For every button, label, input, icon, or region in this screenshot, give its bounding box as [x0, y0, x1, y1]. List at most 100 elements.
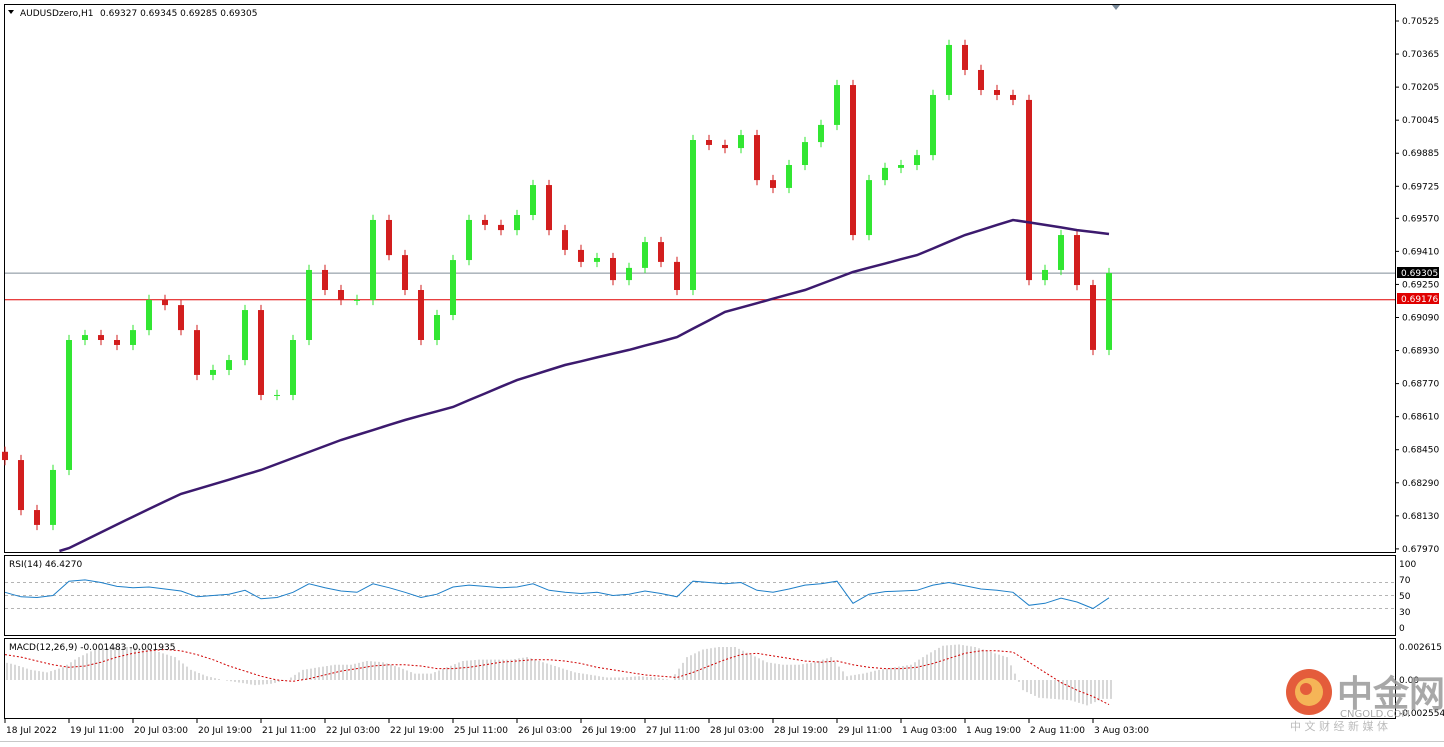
bearish-candle: [18, 454, 24, 516]
price-tick-label: 0.68290: [1402, 479, 1439, 489]
candle-body: [850, 85, 856, 236]
symbol-label: AUDUSDzero,H1: [20, 9, 94, 19]
bullish-candle: [834, 79, 840, 131]
bearish-candle: [850, 79, 856, 241]
price-tick-label: 0.68610: [1402, 413, 1439, 423]
rsi-tick-100: 100: [1399, 560, 1416, 570]
bullish-candle: [66, 334, 72, 476]
candle-body: [114, 340, 120, 345]
candle-body: [210, 369, 216, 375]
macd-tick-top: 0.002615: [1399, 643, 1442, 653]
price-tick-label: 0.69250: [1402, 280, 1439, 290]
candle-body: [642, 242, 648, 268]
candle-body: [306, 269, 312, 341]
price-tick-label: 0.68130: [1402, 512, 1439, 522]
candle-body: [978, 69, 984, 91]
candle-body: [1026, 99, 1032, 281]
candle-body: [258, 310, 264, 395]
candle-body: [130, 330, 136, 345]
price-tick-label: 0.67970: [1402, 545, 1439, 555]
candle-body: [274, 394, 280, 396]
candle-body: [562, 230, 568, 250]
candle-body: [946, 44, 952, 95]
time-tick-label: 20 Jul 19:00: [198, 726, 252, 736]
candle-body: [354, 299, 360, 301]
bearish-candle: [1026, 94, 1032, 286]
bearish-candle: [962, 39, 968, 76]
bearish-candle: [386, 214, 392, 261]
rsi-tick-0: 0: [1399, 624, 1405, 634]
main-pane[interactable]: [4, 4, 1396, 553]
watermark-domain: CNGOLD.COM: [1340, 709, 1410, 720]
candle-body: [898, 165, 904, 168]
price-tick-label: 0.69410: [1402, 247, 1439, 257]
price-tick-label: 0.70525: [1402, 17, 1439, 27]
bid-price-value: 0.69305: [1401, 269, 1438, 279]
candle-body: [754, 135, 760, 181]
candle-body: [450, 260, 456, 316]
bullish-candle: [450, 254, 456, 321]
bearish-candle: [258, 304, 264, 401]
bearish-candle: [674, 256, 680, 296]
bullish-candle: [530, 179, 536, 221]
price-axis: 0.70525 0.70365 0.70205 0.70045 0.69885 0.697…: [1395, 17, 1439, 555]
candle-body: [50, 469, 56, 525]
price-tick-label: 0.70205: [1402, 83, 1439, 93]
candle-body: [674, 261, 680, 291]
candle-body: [690, 140, 696, 291]
time-tick-label: 20 Jul 03:00: [134, 726, 188, 736]
bearish-candle: [402, 249, 408, 296]
candle-body: [994, 90, 1000, 95]
time-tick-label: 3 Aug 03:00: [1094, 726, 1149, 736]
ohlc-label: 0.69327 0.69345 0.69285 0.69305: [100, 9, 257, 19]
time-tick-label: 22 Jul 03:00: [326, 726, 380, 736]
candle-body: [466, 219, 472, 261]
watermark-tagline: 中 文 财 经 新 媒 体: [1290, 719, 1388, 733]
time-tick-label: 22 Jul 19:00: [390, 726, 444, 736]
candle-body: [226, 360, 232, 370]
candle-body: [610, 257, 616, 281]
time-tick-label: 28 Jul 03:00: [710, 726, 764, 736]
candle-body: [194, 330, 200, 375]
candle-body: [402, 255, 408, 291]
candle-body: [370, 219, 376, 300]
candle-body: [658, 242, 664, 262]
candle-body: [162, 299, 168, 306]
rsi-label: RSI(14) 46.4270: [9, 560, 82, 570]
bullish-candle: [434, 309, 440, 346]
candle-body: [802, 142, 808, 166]
time-tick-label: 26 Jul 03:00: [518, 726, 572, 736]
price-tick-label: 0.70045: [1402, 116, 1439, 126]
bullish-candle: [50, 464, 56, 531]
level-price-value: 0.69176: [1401, 295, 1438, 305]
bullish-candle: [1058, 229, 1064, 276]
macd-label: MACD(12,26,9) -0.001483 -0.001935: [9, 643, 175, 653]
bullish-candle: [1106, 267, 1112, 356]
price-tick-label: 0.69725: [1402, 182, 1439, 192]
trading-chart[interactable]: 0.70525 0.70365 0.70205 0.70045 0.69885 0.697…: [0, 0, 1444, 743]
bullish-candle: [946, 39, 952, 101]
candle-body: [146, 299, 152, 331]
time-tick-label: 28 Jul 19:00: [774, 726, 828, 736]
candle-body: [482, 219, 488, 225]
bullish-candle: [866, 174, 872, 241]
candle-body: [722, 144, 728, 149]
price-tick-label: 0.69090: [1402, 313, 1439, 323]
bullish-candle: [146, 294, 152, 336]
bearish-candle: [1074, 229, 1080, 291]
candle-body: [82, 335, 88, 341]
candle-body: [290, 340, 296, 395]
macd-pane[interactable]: [4, 638, 1396, 719]
bullish-candle: [930, 89, 936, 161]
candle-body: [98, 335, 104, 341]
candle-body: [498, 224, 504, 231]
price-tick-label: 0.68770: [1402, 380, 1439, 390]
bullish-candle: [306, 264, 312, 346]
candle-body: [1090, 285, 1096, 350]
rsi-tick-50: 50: [1399, 592, 1411, 602]
candle-body: [514, 215, 520, 231]
time-tick-label: 21 Jul 11:00: [262, 726, 316, 736]
price-tick-label: 0.68450: [1402, 446, 1439, 456]
time-tick-label: 1 Aug 19:00: [966, 726, 1021, 736]
cngold-watermark: 中金网 CNGOLD.COM 中 文 财 经 新 媒 体: [1286, 669, 1444, 733]
